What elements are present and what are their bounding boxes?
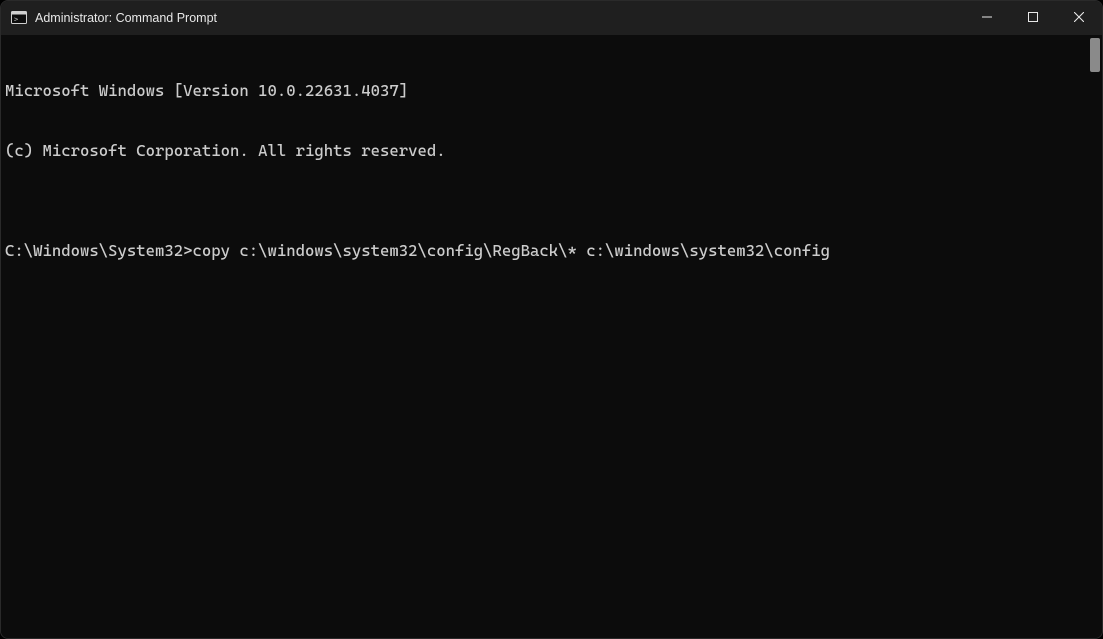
close-button[interactable] xyxy=(1056,1,1102,35)
terminal-output[interactable]: Microsoft Windows [Version 10.0.22631.40… xyxy=(1,35,1102,638)
terminal-prompt: C:\Windows\System32> xyxy=(5,241,193,261)
minimize-icon xyxy=(982,11,992,25)
cmd-icon: >_ xyxy=(11,10,27,26)
maximize-icon xyxy=(1028,11,1038,25)
titlebar[interactable]: >_ Administrator: Command Prompt xyxy=(1,1,1102,35)
close-icon xyxy=(1074,11,1084,25)
window-title: Administrator: Command Prompt xyxy=(35,11,217,25)
maximize-button[interactable] xyxy=(1010,1,1056,35)
svg-text:>_: >_ xyxy=(14,16,23,24)
terminal-client-area: Microsoft Windows [Version 10.0.22631.40… xyxy=(1,35,1102,638)
terminal-line: Microsoft Windows [Version 10.0.22631.40… xyxy=(5,81,1098,101)
vertical-scrollbar-thumb[interactable] xyxy=(1090,38,1100,72)
minimize-button[interactable] xyxy=(964,1,1010,35)
terminal-prompt-line: C:\Windows\System32> xyxy=(5,241,1098,261)
terminal-command-input[interactable] xyxy=(193,241,1099,261)
terminal-line: (c) Microsoft Corporation. All rights re… xyxy=(5,141,1098,161)
window-controls xyxy=(964,1,1102,35)
command-prompt-window: >_ Administrator: Command Prompt xyxy=(0,0,1103,639)
